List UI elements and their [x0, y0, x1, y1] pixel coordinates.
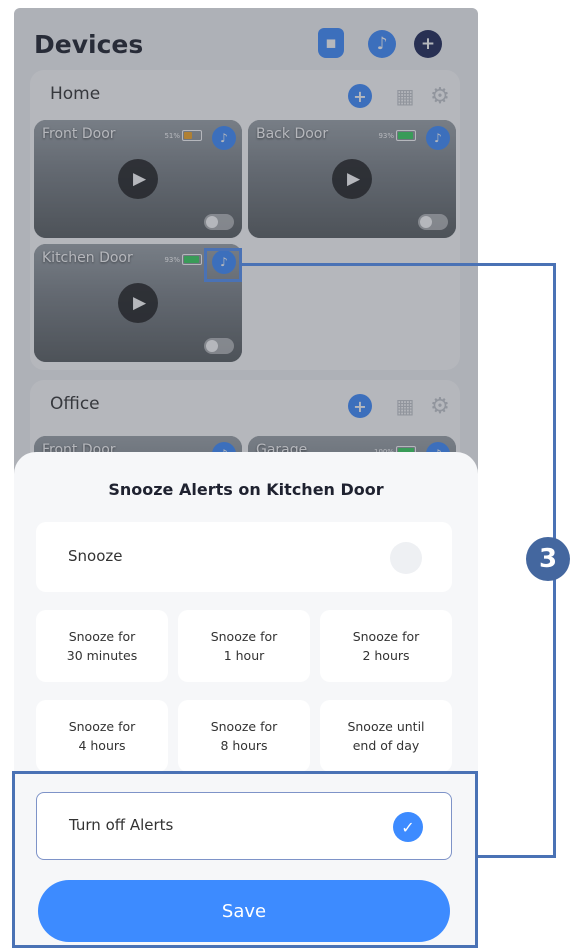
snooze-option-8-hours[interactable]: Snooze for 8 hours — [178, 700, 310, 772]
option-label: Snooze for 1 hour — [210, 629, 278, 663]
annotation-highlight-alerts — [12, 771, 478, 948]
annotation-connector-bottom — [478, 855, 556, 858]
option-label: Snooze for 4 hours — [68, 719, 136, 753]
option-label: Snooze for 2 hours — [352, 629, 420, 663]
snooze-option-2-hours[interactable]: Snooze for 2 hours — [320, 610, 452, 682]
option-label: Snooze for 8 hours — [210, 719, 278, 753]
sheet-title: Snooze Alerts on Kitchen Door — [108, 480, 384, 499]
snooze-option-end-of-day[interactable]: Snooze until end of day — [320, 700, 452, 772]
snooze-option-1-hour[interactable]: Snooze for 1 hour — [178, 610, 310, 682]
option-label: Snooze until end of day — [347, 719, 425, 753]
snooze-option-4-hours[interactable]: Snooze for 4 hours — [36, 700, 168, 772]
snooze-label: Snooze — [68, 547, 123, 565]
option-label: Snooze for 30 minutes — [66, 629, 138, 663]
annotation-callout-badge: 3 — [526, 537, 570, 581]
snooze-toggle-row[interactable]: Snooze — [36, 522, 452, 592]
snooze-option-30-minutes[interactable]: Snooze for 30 minutes — [36, 610, 168, 682]
annotation-highlight-bell — [204, 248, 242, 282]
snooze-radio[interactable] — [390, 542, 422, 574]
annotation-connector-top — [242, 263, 556, 266]
